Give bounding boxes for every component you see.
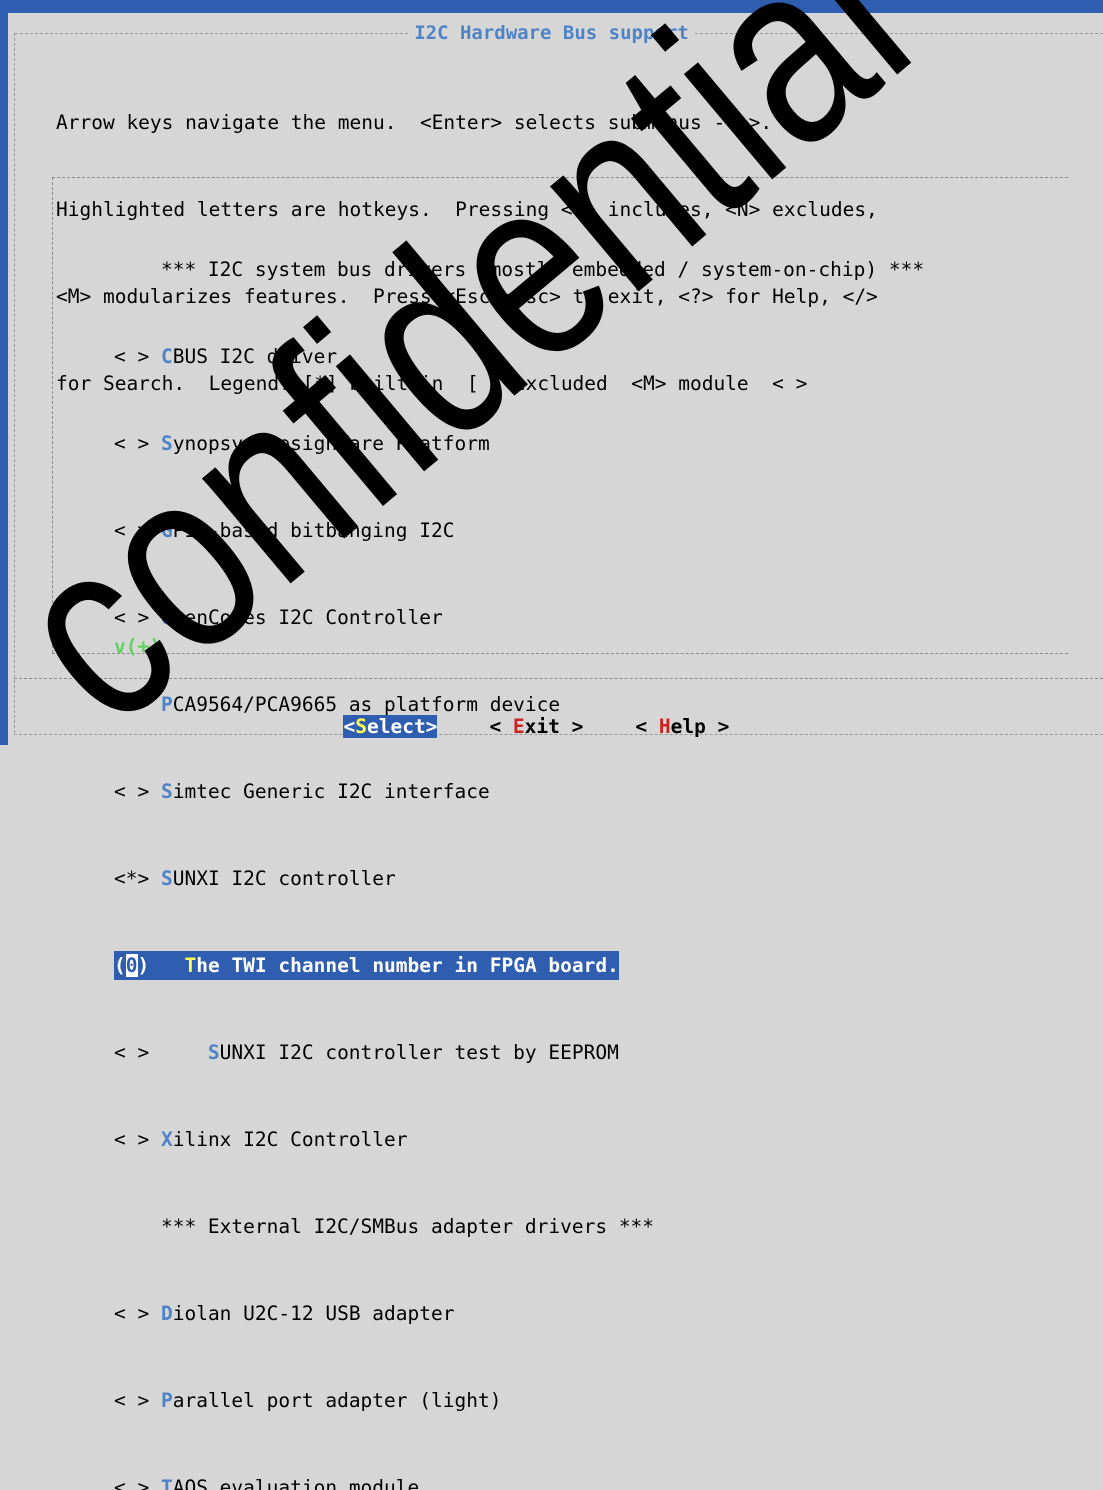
help-line-1: Arrow keys navigate the menu. <Enter> se… bbox=[56, 111, 773, 134]
select-button-label: elect> bbox=[366, 715, 438, 738]
help-button-open: < bbox=[635, 715, 659, 738]
menu-item-label: penCores I2C Controller bbox=[172, 606, 443, 629]
menu-item-prefix: < > bbox=[114, 345, 161, 368]
menu-item-parallel-port[interactable]: < > Parallel port adapter (light) bbox=[114, 1386, 924, 1415]
menu-item-label: iolan U2C-12 USB adapter bbox=[172, 1302, 455, 1325]
menu-item-prefix: <*> bbox=[114, 867, 161, 890]
exit-button-label: xit > bbox=[524, 715, 584, 738]
menu-item-prefix: < > bbox=[114, 1128, 161, 1151]
menu-item-label: arallel port adapter (light) bbox=[172, 1389, 502, 1412]
menu-item-label: ynopsys DesignWare Platform bbox=[172, 432, 490, 455]
menu-item-prefix: < > bbox=[114, 606, 161, 629]
menu-item-label: imtec Generic I2C interface bbox=[172, 780, 490, 803]
menu-item-hotkey: O bbox=[160, 606, 173, 629]
menu-item-hotkey: X bbox=[160, 1128, 173, 1151]
menu-item-prefix: < > bbox=[114, 1476, 161, 1490]
menu-item-prefix: *** bbox=[114, 1215, 208, 1238]
menu-item-label: UNXI I2C controller test by EEPROM bbox=[219, 1041, 619, 1064]
menu-item-i2c-system-bus-header: *** I2C system bus drivers (mostly embed… bbox=[114, 255, 924, 284]
menu-item-sunxi-eeprom-test[interactable]: < > SUNXI I2C controller test by EEPROM bbox=[114, 1038, 924, 1067]
exit-button-open: < bbox=[489, 715, 513, 738]
menu-item-prefix: < > bbox=[114, 693, 161, 716]
menu-item-cbus-i2c-driver[interactable]: < > CBUS I2C driver bbox=[114, 342, 924, 371]
menu-item-label: AOS evaluation module bbox=[172, 1476, 420, 1490]
menu-item-prefix: < > bbox=[114, 1302, 161, 1325]
menu-item-label: External I2C/SMBus adapter drivers *** bbox=[207, 1215, 655, 1238]
menu-item-hotkey: D bbox=[160, 1302, 173, 1325]
menu-item-hotkey: S bbox=[160, 432, 173, 455]
menu-item-synopsys-designware[interactable]: < > Synopsys DesignWare Platform bbox=[114, 429, 924, 458]
menu-item-value: 0 bbox=[125, 954, 138, 977]
help-button-hotkey: H bbox=[658, 715, 671, 738]
select-button[interactable]: <Select> bbox=[343, 715, 438, 738]
menu-item-taos-evm[interactable]: < > TAOS evaluation module bbox=[114, 1473, 924, 1490]
menu-item-hotkey: S bbox=[160, 867, 173, 890]
dialog-border-left bbox=[14, 33, 15, 733]
menu-item-hotkey: P bbox=[160, 1389, 173, 1412]
menu-item-hotkey: T bbox=[184, 954, 197, 977]
menu-item-twi-channel-selected[interactable]: (0) The TWI channel number in FPGA board… bbox=[114, 951, 924, 980]
menu-item-hotkey: S bbox=[207, 1041, 220, 1064]
menu-item-external-adapters-header: *** External I2C/SMBus adapter drivers *… bbox=[114, 1212, 924, 1241]
menu-item-prefix: < > bbox=[114, 519, 161, 542]
dialog-title-text: I2C Hardware Bus support bbox=[410, 22, 693, 44]
menu-item-label: I2C system bus drivers (mostly embedded … bbox=[207, 258, 925, 281]
menu-item-simtec-generic[interactable]: < > Simtec Generic I2C interface bbox=[114, 777, 924, 806]
help-button[interactable]: < Help > bbox=[635, 715, 729, 738]
menu-item-prefix: *** bbox=[114, 258, 208, 281]
help-button-label: elp > bbox=[670, 715, 730, 738]
exit-button[interactable]: < Exit > bbox=[489, 715, 583, 738]
menu-item-label: UNXI I2C controller bbox=[172, 867, 396, 890]
menu-item-opencores-i2c[interactable]: < > OpenCores I2C Controller bbox=[114, 603, 924, 632]
scroll-more-indicator[interactable]: v(+) bbox=[114, 635, 161, 658]
exit-button-hotkey: E bbox=[512, 715, 525, 738]
menu-item-prefix: ( bbox=[114, 954, 126, 977]
select-button-hotkey: S bbox=[355, 715, 367, 738]
menu-item-mid: ) bbox=[137, 954, 185, 977]
terminal-top-bar bbox=[0, 0, 1103, 13]
menu-item-sunxi-i2c-controller[interactable]: <*> SUNXI I2C controller bbox=[114, 864, 924, 893]
menu-box-border-top bbox=[52, 177, 1068, 178]
terminal-left-bar bbox=[0, 0, 8, 745]
menu-item-label: ilinx I2C Controller bbox=[172, 1128, 408, 1151]
menu-item-prefix: < > bbox=[114, 780, 161, 803]
menu-item-hotkey: G bbox=[160, 519, 173, 542]
dialog-title: I2C Hardware Bus support bbox=[0, 22, 1103, 44]
menu-item-gpio-bitbanging[interactable]: < > GPIO-based bitbanging I2C bbox=[114, 516, 924, 545]
menu-item-hotkey: T bbox=[160, 1476, 173, 1490]
button-separator bbox=[14, 678, 1103, 679]
menu-box-border-left bbox=[52, 177, 53, 653]
button-row: <Select> < Exit > < Help > bbox=[320, 692, 781, 738]
menu-item-label: he TWI channel number in FPGA board. bbox=[196, 954, 619, 977]
select-button-open: < bbox=[343, 715, 356, 738]
menu-item-prefix: < > bbox=[114, 1041, 208, 1064]
menu-item-hotkey: C bbox=[160, 345, 173, 368]
menu-item-hotkey: P bbox=[160, 693, 173, 716]
menu-item-label: PIO-based bitbanging I2C bbox=[172, 519, 455, 542]
menu-item-label: BUS I2C driver bbox=[172, 345, 338, 368]
menu-item-xilinx-i2c[interactable]: < > Xilinx I2C Controller bbox=[114, 1125, 924, 1154]
menu-item-prefix: < > bbox=[114, 1389, 161, 1412]
menu-item-hotkey: S bbox=[160, 780, 173, 803]
menu-item-diolan-u2c[interactable]: < > Diolan U2C-12 USB adapter bbox=[114, 1299, 924, 1328]
menu-list: *** I2C system bus drivers (mostly embed… bbox=[114, 197, 924, 1490]
selected-menu-item[interactable]: (0) The TWI channel number in FPGA board… bbox=[114, 951, 619, 980]
menu-item-prefix: < > bbox=[114, 432, 161, 455]
